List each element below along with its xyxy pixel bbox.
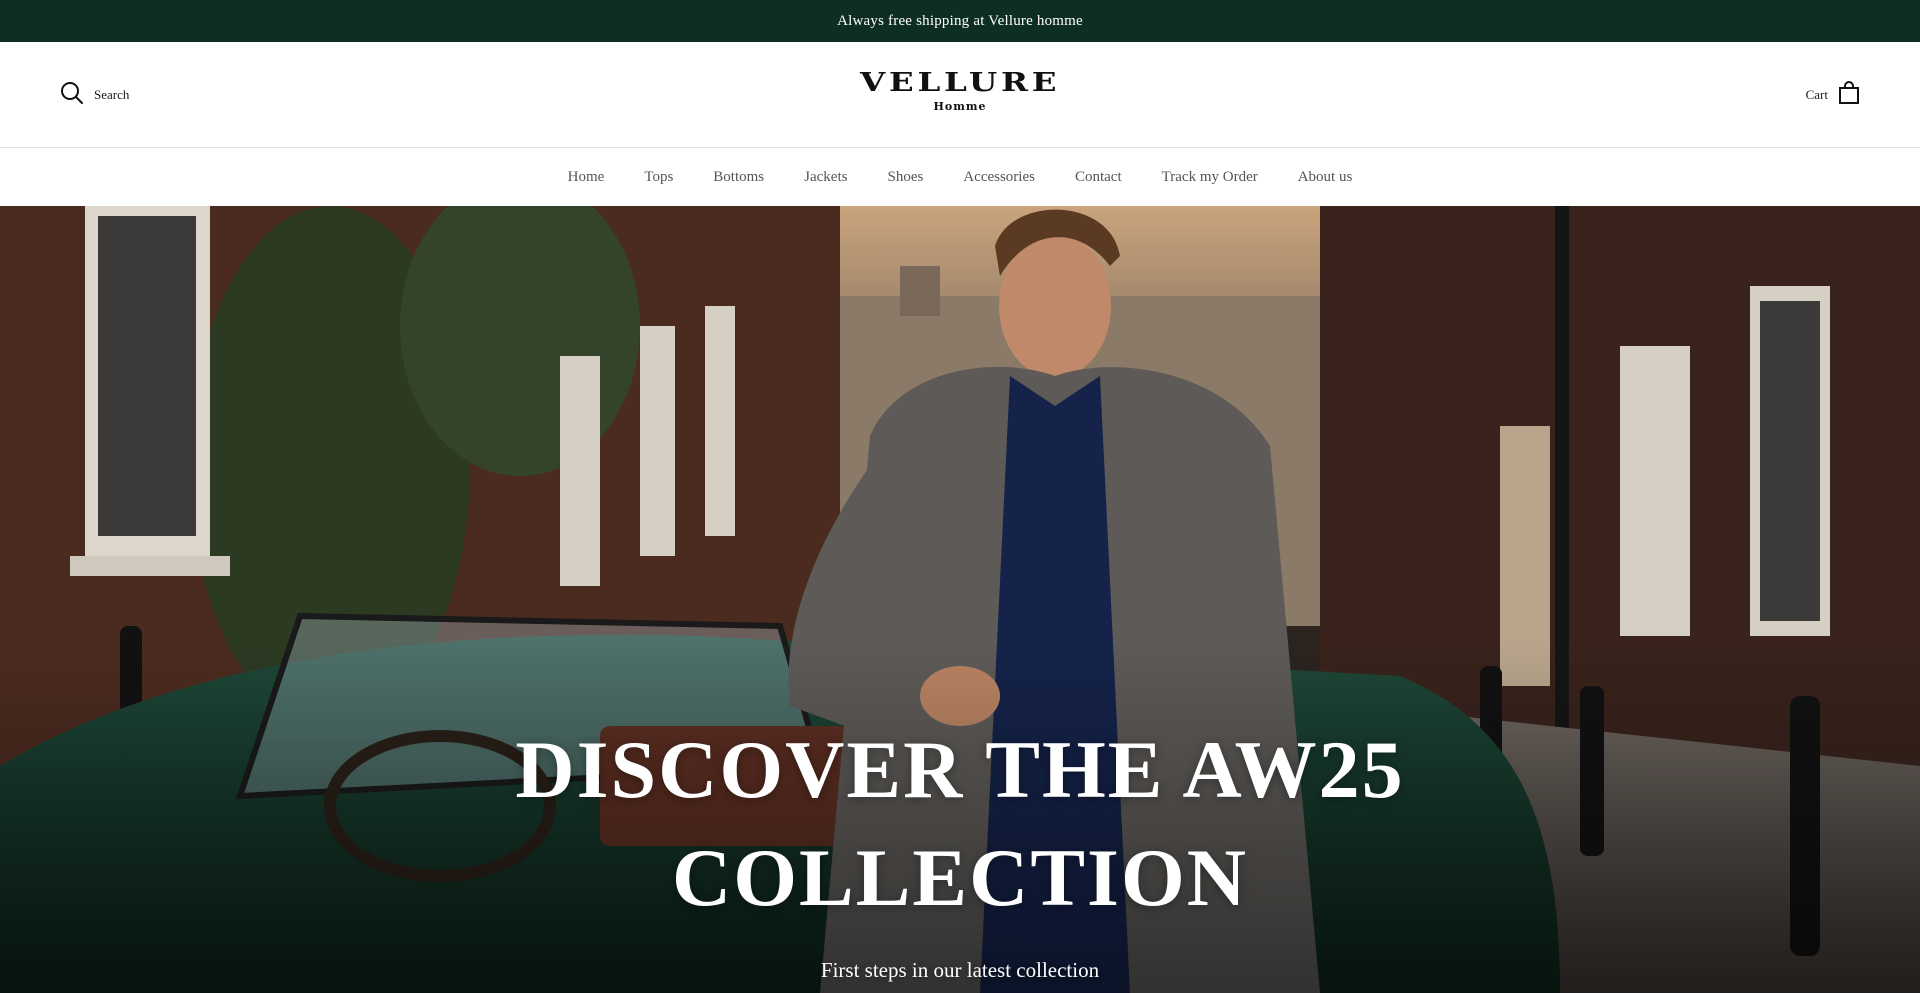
hero-subtitle: First steps in our latest collection — [820, 958, 1100, 982]
nav-item-home[interactable]: Home — [548, 169, 625, 186]
site-logo[interactable]: VELLURE Homme — [0, 68, 1920, 113]
cart-label: Cart — [1805, 87, 1828, 102]
hero-title: DISCOVER THE AW25 COLLECTION — [515, 724, 1405, 923]
nav-item-jackets[interactable]: Jackets — [784, 169, 867, 186]
nav-item-contact[interactable]: Contact — [1055, 169, 1142, 186]
nav-item-accessories[interactable]: Accessories — [943, 169, 1055, 186]
nav-item-shoes[interactable]: Shoes — [867, 169, 943, 186]
shopping-bag-icon — [1838, 80, 1860, 110]
nav-item-bottoms[interactable]: Bottoms — [693, 169, 784, 186]
announcement-bar: Always free shipping at Vellure homme — [0, 0, 1920, 42]
hero-content: DISCOVER THE AW25 COLLECTION First steps… — [0, 716, 1920, 983]
logo-subtitle: Homme — [933, 100, 987, 113]
nav-item-track-order[interactable]: Track my Order — [1142, 169, 1278, 186]
site-header: Search VELLURE Homme Cart — [0, 42, 1920, 148]
nav-item-about-us[interactable]: About us — [1278, 169, 1373, 186]
cart-button[interactable]: Cart — [1805, 80, 1860, 110]
logo-wordmark: VELLURE — [859, 68, 1061, 98]
nav-item-tops[interactable]: Tops — [624, 169, 693, 186]
main-nav: Home Tops Bottoms Jackets Shoes Accessor… — [0, 149, 1920, 206]
announcement-text: Always free shipping at Vellure homme — [837, 12, 1083, 29]
hero-banner[interactable]: DISCOVER THE AW25 COLLECTION First steps… — [0, 206, 1920, 993]
